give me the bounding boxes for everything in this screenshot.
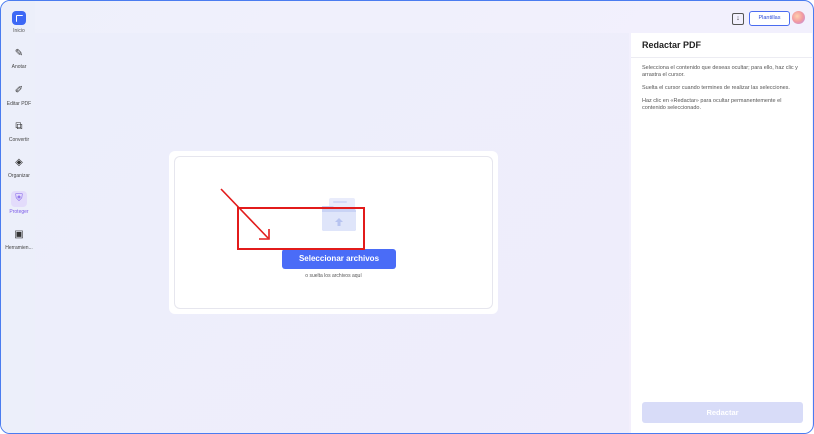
sidebar-item-herramientas[interactable]: ▣ Herramien... xyxy=(1,227,37,257)
sidebar-item-editar-pdf[interactable]: ✐ Editar PDF xyxy=(1,83,37,113)
annotate-icon: ✎ xyxy=(14,48,24,59)
sidebar: Inicio ✎ Anotar ✐ Editar PDF ⧉ Convertir… xyxy=(1,1,35,433)
shield-icon: ⛨ xyxy=(11,191,27,207)
top-bar: ↓ Plantillas xyxy=(35,1,813,33)
drop-hint: o suelta los archivos aquí xyxy=(305,273,362,279)
panel-title: Redactar PDF xyxy=(642,40,702,50)
instruction-text: Suelta el cursor cuando termines de real… xyxy=(642,85,790,91)
sidebar-item-organizar[interactable]: ◈ Organizar xyxy=(1,155,37,185)
avatar[interactable] xyxy=(792,11,805,24)
sidebar-item-label: Editar PDF xyxy=(6,101,32,107)
instruction-text: Haz clic en «Redactar» para ocultar perm… xyxy=(642,98,782,111)
sidebar-item-convertir[interactable]: ⧉ Convertir xyxy=(1,119,37,149)
download-icon[interactable]: ↓ xyxy=(732,13,744,25)
panel-instructions: Selecciona el contenido que deseas ocult… xyxy=(642,65,804,118)
annotation-highlight-box xyxy=(237,207,365,250)
layers-icon: ◈ xyxy=(15,157,23,168)
home-label: Inicio xyxy=(13,28,25,34)
templates-button[interactable]: Plantillas xyxy=(749,11,790,26)
sidebar-item-label: Anotar xyxy=(11,64,27,70)
sidebar-item-label: Organizar xyxy=(8,173,30,179)
sidebar-item-label: Herramien... xyxy=(5,245,33,251)
convert-icon: ⧉ xyxy=(15,121,23,132)
sidebar-item-label: Convertir xyxy=(8,137,30,143)
select-files-button[interactable]: Seleccionar archivos xyxy=(282,249,396,269)
instruction-text: Selecciona el contenido que deseas ocult… xyxy=(642,65,798,78)
divider xyxy=(631,57,812,58)
edit-pen-icon: ✐ xyxy=(14,85,24,96)
sidebar-item-proteger[interactable]: ⛨ Proteger xyxy=(1,191,37,221)
redact-panel: Redactar PDF Selecciona el contenido que… xyxy=(631,33,812,433)
app-window: Inicio ✎ Anotar ✐ Editar PDF ⧉ Convertir… xyxy=(0,0,814,434)
home-logo-icon[interactable] xyxy=(12,11,26,25)
toolbox-icon: ▣ xyxy=(14,229,24,240)
redact-button[interactable]: Redactar xyxy=(642,402,803,423)
sidebar-item-anotar[interactable]: ✎ Anotar xyxy=(1,46,37,76)
sidebar-item-label: Proteger xyxy=(9,209,29,215)
